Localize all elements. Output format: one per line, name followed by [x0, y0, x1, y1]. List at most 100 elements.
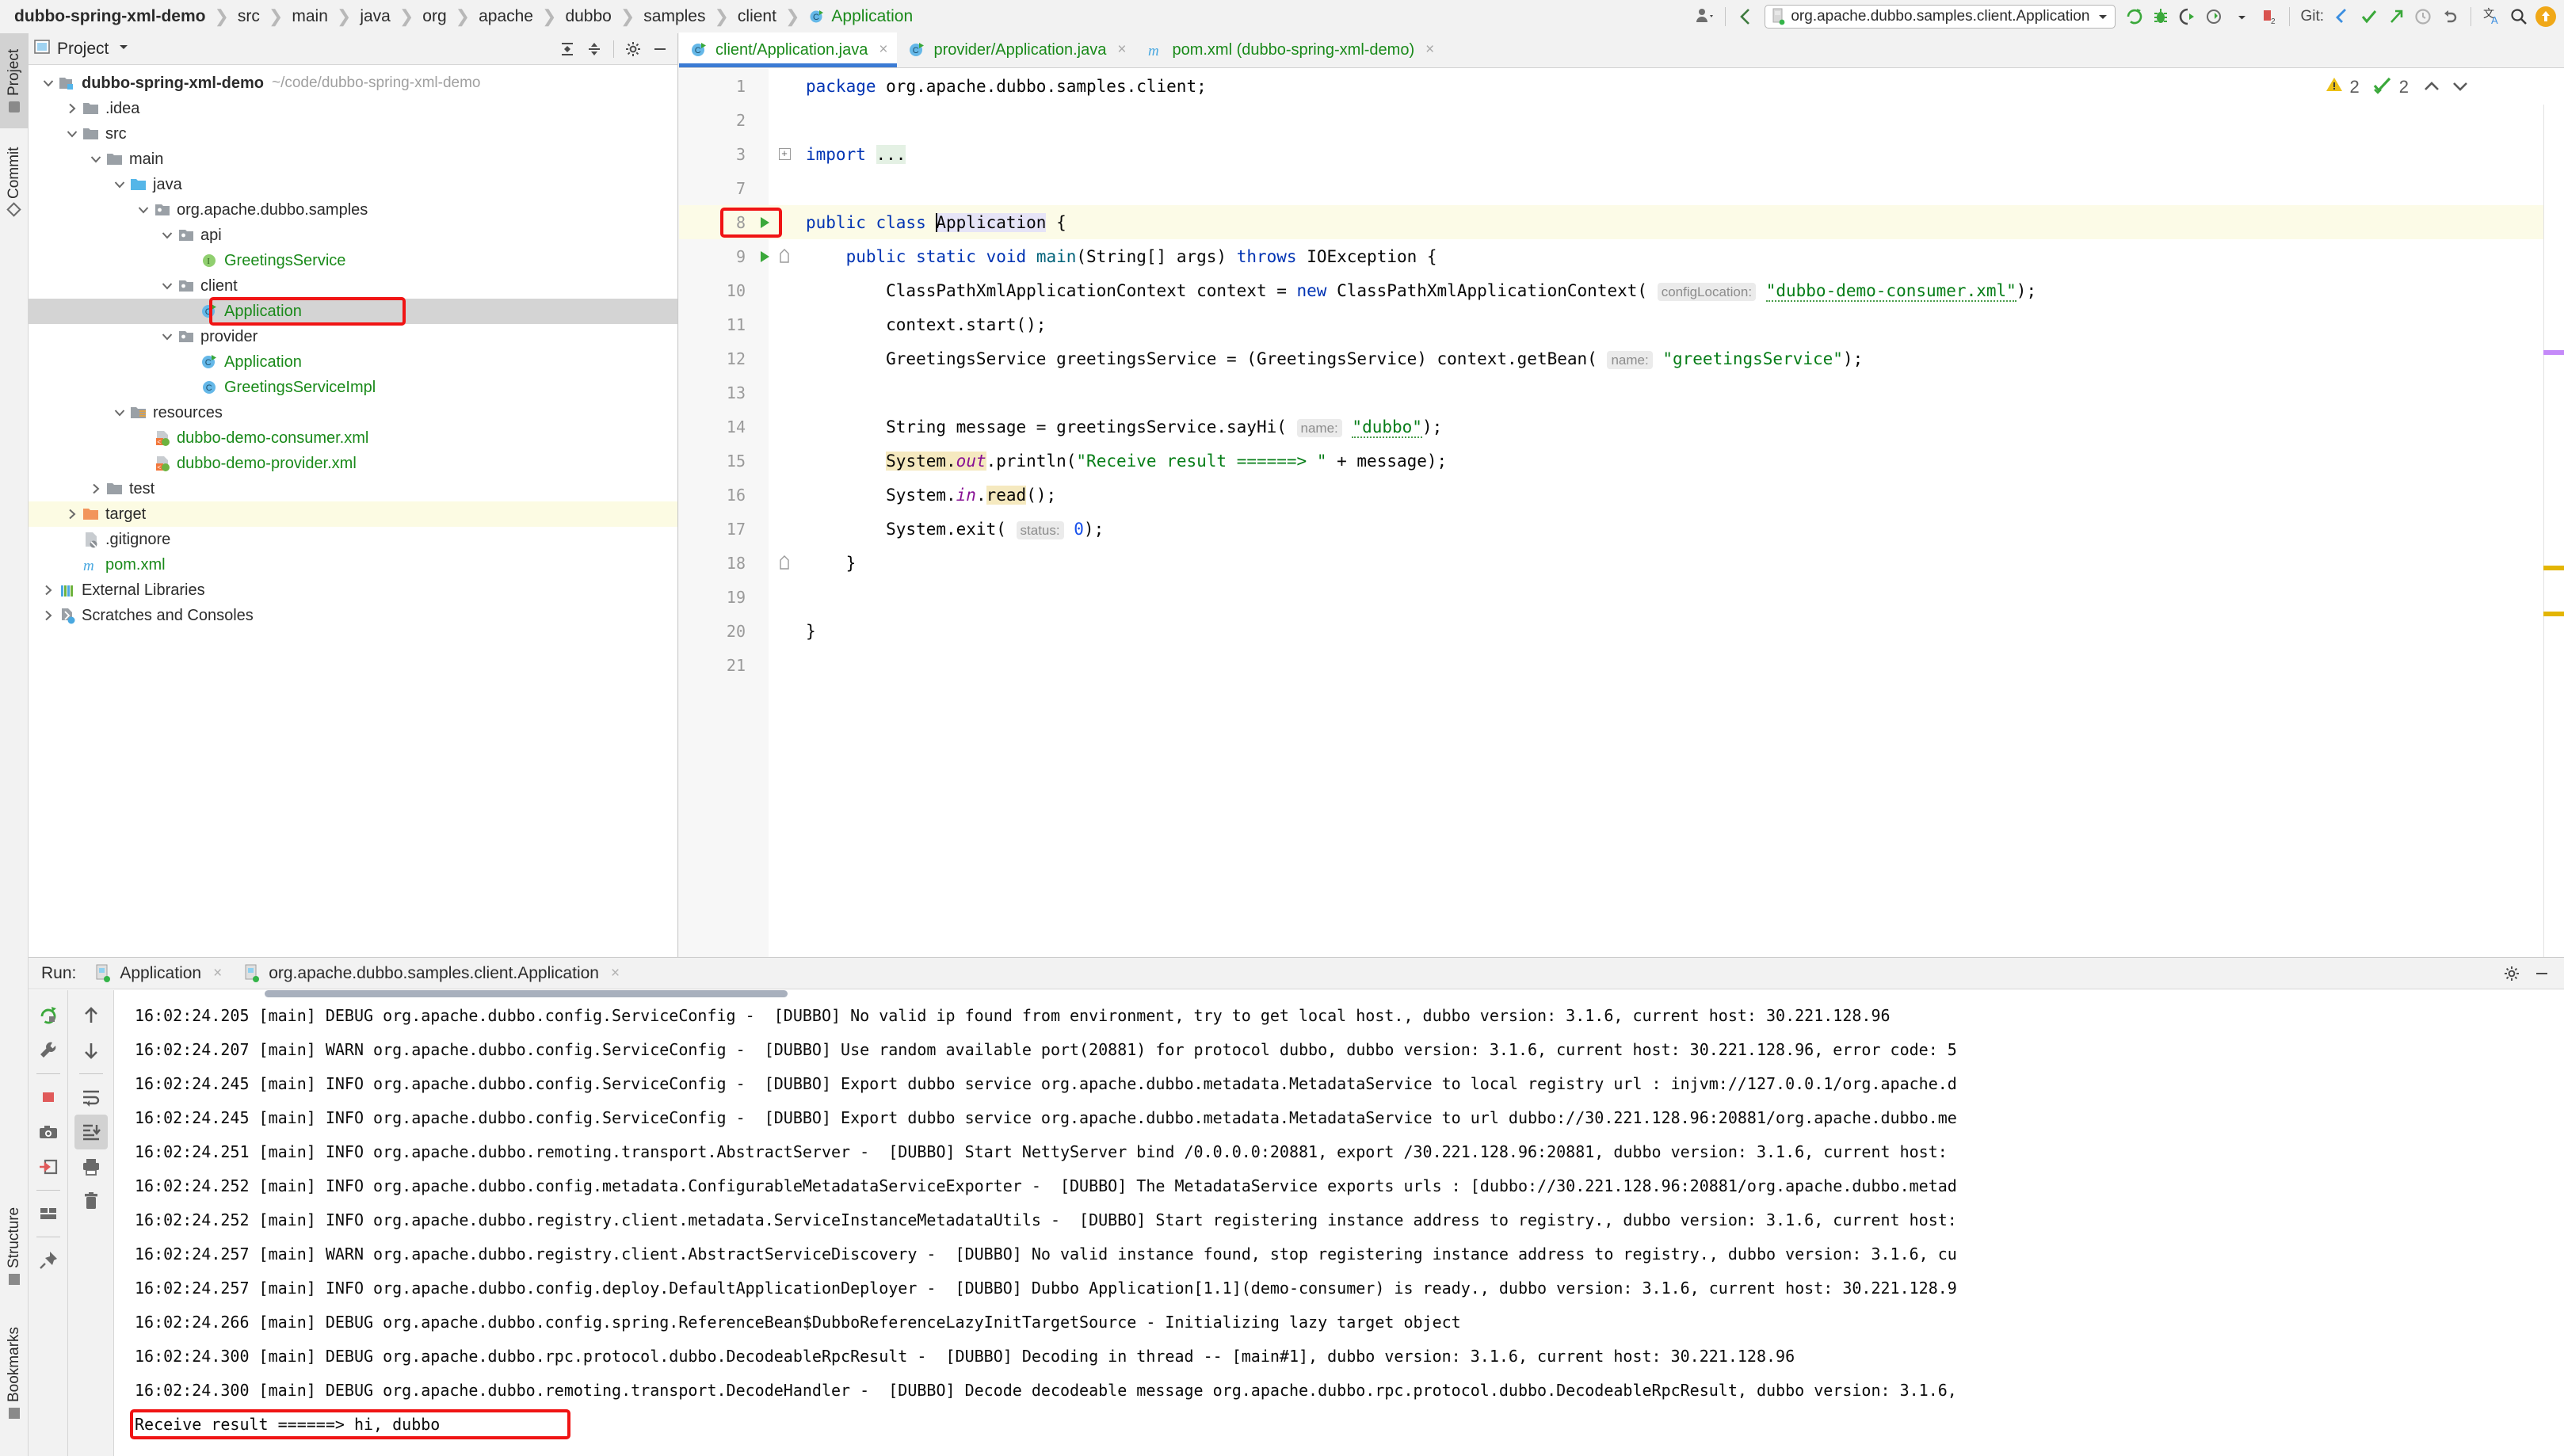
camera-icon[interactable]: [32, 1115, 65, 1149]
code-line[interactable]: 8 public class Application {: [679, 205, 2564, 239]
editor-tab[interactable]: Cprovider/Application.java ×: [897, 32, 1135, 67]
prev-problem-icon[interactable]: [2423, 77, 2440, 97]
inspection-widget[interactable]: 2 2: [2325, 75, 2470, 99]
tree-expand-arrow-icon[interactable]: [40, 581, 57, 599]
code-line[interactable]: 15 System.out.println("Receive result ==…: [679, 444, 2564, 478]
pin-icon[interactable]: [32, 1243, 65, 1278]
tree-expand-arrow-icon[interactable]: [87, 151, 105, 168]
fold-collapse-icon[interactable]: [776, 248, 793, 265]
settings-gear-icon[interactable]: [620, 36, 646, 62]
tree-expand-arrow-icon[interactable]: [63, 505, 81, 523]
breadcrumb-item[interactable]: client: [738, 7, 776, 26]
git-update-icon[interactable]: [2329, 3, 2356, 30]
run-gutter-icon[interactable]: [755, 215, 774, 231]
tree-expand-arrow-icon[interactable]: [158, 227, 176, 244]
tree-node[interactable]: .idea: [29, 96, 677, 121]
console-output[interactable]: 16:02:24.205 [main] DEBUG org.apache.dub…: [114, 990, 2564, 1456]
user-avatar-icon[interactable]: [1691, 3, 1718, 30]
profile-icon[interactable]: [2201, 3, 2228, 30]
editor-scrollbar[interactable]: [2543, 105, 2564, 957]
run-tab[interactable]: org.apache.dubbo.samples.client.Applicat…: [242, 963, 620, 984]
translate-icon[interactable]: 文A: [2478, 3, 2505, 30]
tree-node[interactable]: C Application: [29, 299, 677, 324]
tree-node[interactable]: resources: [29, 400, 677, 425]
tree-node[interactable]: C GreetingsServiceImpl: [29, 375, 677, 400]
editor-tab[interactable]: Cclient/Application.java ×: [679, 32, 898, 67]
tree-expand-arrow-icon[interactable]: [40, 607, 57, 624]
wrench-icon[interactable]: [32, 1033, 65, 1068]
git-rollback-icon[interactable]: [2436, 3, 2463, 30]
sidebar-tab-commit[interactable]: Commit: [0, 133, 29, 228]
code-line[interactable]: 9 public static void main(String[] args)…: [679, 239, 2564, 273]
collapse-all-icon[interactable]: [582, 36, 607, 62]
tree-node[interactable]: test: [29, 476, 677, 501]
tree-expand-arrow-icon[interactable]: [63, 125, 81, 143]
close-icon[interactable]: ×: [879, 41, 887, 59]
tree-node[interactable]: m pom.xml: [29, 552, 677, 577]
stop-icon[interactable]: 2: [2255, 3, 2282, 30]
expand-all-icon[interactable]: [555, 36, 580, 62]
close-icon[interactable]: ×: [1425, 41, 1434, 59]
tree-node[interactable]: External Libraries: [29, 577, 677, 603]
tree-expand-arrow-icon[interactable]: [87, 480, 105, 497]
code-line[interactable]: 21: [679, 648, 2564, 682]
tree-node[interactable]: client: [29, 273, 677, 299]
tree-node[interactable]: org.apache.dubbo.samples: [29, 197, 677, 223]
tree-node[interactable]: target: [29, 501, 677, 527]
breadcrumb-item[interactable]: dubbo-spring-xml-demo: [14, 7, 205, 26]
run-tab[interactable]: Application ×: [93, 963, 222, 984]
hide-panel-icon[interactable]: [647, 36, 673, 62]
back-arrow-icon[interactable]: [1733, 3, 1760, 30]
breadcrumb-item[interactable]: samples: [643, 7, 705, 26]
tree-node[interactable]: provider: [29, 324, 677, 349]
run-configuration-selector[interactable]: org.apache.dubbo.samples.client.Applicat…: [1765, 5, 2116, 29]
tree-expand-arrow-icon[interactable]: [111, 176, 128, 193]
tree-expand-arrow-icon[interactable]: [158, 277, 176, 295]
chevron-down-icon[interactable]: [118, 41, 129, 56]
rerun-icon[interactable]: [32, 998, 65, 1033]
sidebar-tab-bookmarks[interactable]: Bookmarks: [0, 1313, 29, 1432]
sidebar-tab-structure[interactable]: Structure: [0, 1195, 29, 1298]
close-icon[interactable]: ×: [1117, 41, 1126, 59]
chevron-down-icon[interactable]: [2228, 3, 2255, 30]
breadcrumb-leaf[interactable]: Application: [831, 7, 913, 26]
editor-tab[interactable]: m pom.xml (dubbo-spring-xml-demo) ×: [1135, 32, 1444, 67]
console-horizontal-scrollbar[interactable]: [265, 990, 788, 997]
tree-expand-arrow-icon[interactable]: [158, 328, 176, 345]
code-line[interactable]: 3 + import ...: [679, 137, 2564, 171]
breadcrumb-item[interactable]: org: [422, 7, 446, 26]
tree-node[interactable]: main: [29, 147, 677, 172]
git-history-icon[interactable]: [2409, 3, 2436, 30]
code-line[interactable]: 14 String message = greetingsService.say…: [679, 410, 2564, 444]
notifications-icon[interactable]: [2532, 3, 2559, 30]
git-commit-icon[interactable]: [2356, 3, 2383, 30]
code-lines[interactable]: 1 package org.apache.dubbo.samples.client…: [679, 69, 2564, 957]
tree-node[interactable]: .gitignore: [29, 527, 677, 552]
soft-wrap-icon[interactable]: [74, 1080, 108, 1115]
fold-expand-icon[interactable]: +: [776, 148, 793, 160]
breadcrumb-item[interactable]: java: [360, 7, 391, 26]
settings-gear-icon[interactable]: [2499, 961, 2524, 986]
run-gutter-icon[interactable]: [755, 249, 774, 265]
debug-icon[interactable]: [2147, 3, 2174, 30]
layout-icon[interactable]: [32, 1196, 65, 1231]
code-line[interactable]: 10 ClassPathXmlApplicationContext contex…: [679, 273, 2564, 307]
scroll-up-icon[interactable]: [74, 998, 108, 1033]
code-line[interactable]: 20}: [679, 614, 2564, 648]
code-line[interactable]: 1 package org.apache.dubbo.samples.client…: [679, 69, 2564, 103]
git-push-icon[interactable]: [2383, 3, 2409, 30]
run-with-coverage-icon[interactable]: [2174, 3, 2201, 30]
tree-node[interactable]: < dubbo-demo-provider.xml: [29, 451, 677, 476]
breadcrumb-item[interactable]: main: [292, 7, 328, 26]
code-line[interactable]: 13: [679, 375, 2564, 410]
tree-expand-arrow-icon[interactable]: [40, 74, 57, 92]
code-line[interactable]: 11 context.start();: [679, 307, 2564, 341]
breadcrumb-item[interactable]: apache: [479, 7, 533, 26]
tree-node[interactable]: I GreetingsService: [29, 248, 677, 273]
project-tree[interactable]: dubbo-spring-xml-demo ~/code/dubbo-spring…: [29, 66, 677, 957]
code-line[interactable]: 18 }: [679, 546, 2564, 580]
print-icon[interactable]: [74, 1149, 108, 1184]
next-problem-icon[interactable]: [2451, 77, 2469, 97]
code-line[interactable]: 12 GreetingsService greetingsService = (…: [679, 341, 2564, 375]
tree-node[interactable]: java: [29, 172, 677, 197]
